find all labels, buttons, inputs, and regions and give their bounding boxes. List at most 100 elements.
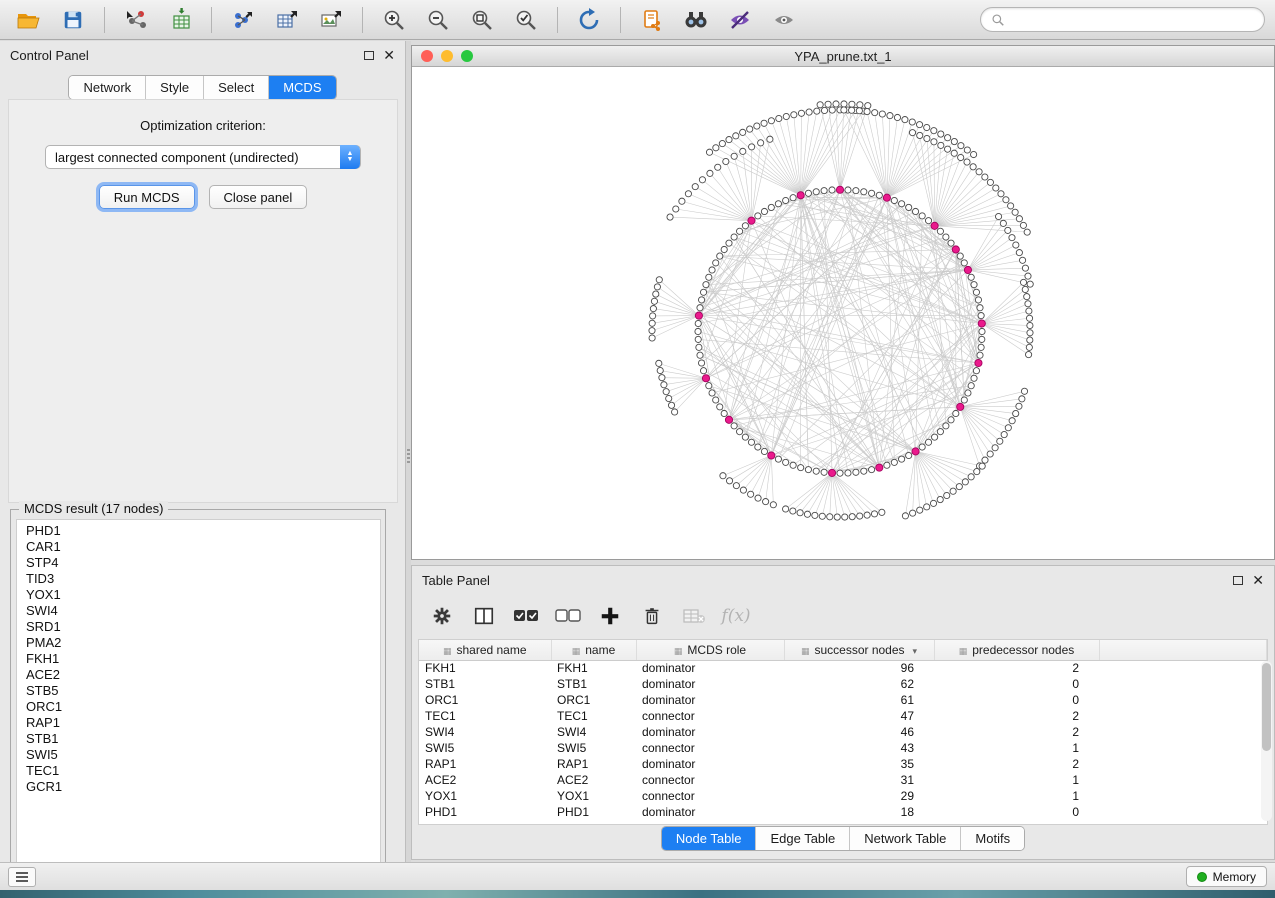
table-cell: 61: [784, 692, 934, 708]
column-layout-button[interactable]: [468, 601, 500, 631]
table-row[interactable]: RAP1RAP1dominator352: [419, 756, 1267, 772]
table-cell: PHD1: [419, 804, 551, 820]
export-table-button[interactable]: [268, 4, 306, 36]
table-row[interactable]: TEC1TEC1connector472: [419, 708, 1267, 724]
add-row-button[interactable]: [594, 601, 626, 631]
mcds-result-item[interactable]: GCR1: [17, 779, 380, 795]
show-all-button[interactable]: [765, 4, 803, 36]
table-row[interactable]: SWI4SWI4dominator462: [419, 724, 1267, 740]
refresh-layout-button[interactable]: [570, 4, 608, 36]
table-cell: dominator: [636, 724, 784, 740]
column-header[interactable]: ▦predecessor nodes: [934, 640, 1099, 660]
status-menu-button[interactable]: [8, 867, 36, 887]
table-scrollbar[interactable]: [1261, 661, 1272, 821]
zoom-out-button[interactable]: [419, 4, 457, 36]
memory-button[interactable]: Memory: [1186, 866, 1267, 887]
mcds-result-item[interactable]: SWI5: [17, 747, 380, 763]
scrollbar-thumb[interactable]: [1262, 663, 1271, 751]
export-image-button[interactable]: [312, 4, 350, 36]
float-panel-icon[interactable]: [1233, 576, 1243, 585]
mcds-result-item[interactable]: TID3: [17, 571, 380, 587]
mcds-result-list[interactable]: PHD1CAR1STP4TID3YOX1SWI4SRD1PMA2FKH1ACE2…: [16, 519, 381, 874]
save-session-button[interactable]: [54, 4, 92, 36]
tab-motifs[interactable]: Motifs: [961, 827, 1024, 850]
table-cell: connector: [636, 788, 784, 804]
tab-select[interactable]: Select: [204, 76, 269, 99]
close-panel-icon[interactable]: ✕: [383, 48, 395, 62]
mcds-result-item[interactable]: STP4: [17, 555, 380, 571]
status-bar: Memory: [0, 862, 1275, 890]
mcds-result-item[interactable]: TEC1: [17, 763, 380, 779]
mcds-result-item[interactable]: ORC1: [17, 699, 380, 715]
close-panel-icon[interactable]: ✕: [1252, 573, 1264, 587]
first-neighbors-icon: [683, 9, 709, 31]
mcds-result-item[interactable]: YOX1: [17, 587, 380, 603]
table-cell: 47: [784, 708, 934, 724]
close-panel-button[interactable]: Close panel: [209, 185, 308, 209]
network-titlebar[interactable]: YPA_prune.txt_1: [412, 46, 1274, 67]
table-row[interactable]: PHD1PHD1dominator180: [419, 804, 1267, 820]
desktop-wallpaper: [0, 890, 1275, 898]
tab-style[interactable]: Style: [146, 76, 204, 99]
tab-edge-table[interactable]: Edge Table: [756, 827, 850, 850]
table-row[interactable]: SWI5SWI5connector431: [419, 740, 1267, 756]
function-builder-button[interactable]: f(x): [720, 601, 752, 631]
table-cell: 62: [784, 676, 934, 692]
float-panel-icon[interactable]: [364, 51, 374, 60]
search-field[interactable]: [980, 7, 1265, 32]
table-cell: dominator: [636, 692, 784, 708]
mcds-result-item[interactable]: PMA2: [17, 635, 380, 651]
first-neighbors-button[interactable]: [677, 4, 715, 36]
table-row[interactable]: ORC1ORC1dominator610: [419, 692, 1267, 708]
table-cell: STB1: [551, 676, 636, 692]
zoom-in-icon: [382, 8, 406, 32]
hide-selected-button[interactable]: [721, 4, 759, 36]
mcds-result-item[interactable]: RAP1: [17, 715, 380, 731]
table-row[interactable]: ACE2ACE2connector311: [419, 772, 1267, 788]
mcds-result-item[interactable]: CAR1: [17, 539, 380, 555]
table-cell: 0: [934, 692, 1099, 708]
table-cell: dominator: [636, 756, 784, 772]
export-network-button[interactable]: [224, 4, 262, 36]
settings-gear-button[interactable]: [426, 601, 458, 631]
tab-network[interactable]: Network: [69, 76, 146, 99]
open-session-button[interactable]: [10, 4, 48, 36]
table-row[interactable]: YOX1YOX1connector291: [419, 788, 1267, 804]
import-network-button[interactable]: [117, 4, 155, 36]
mcds-result-item[interactable]: STB5: [17, 683, 380, 699]
control-panel-header: Control Panel ✕: [0, 41, 405, 69]
share-document-button[interactable]: [633, 4, 671, 36]
clear-table-button[interactable]: [678, 601, 710, 631]
column-header[interactable]: ▦name: [551, 640, 636, 660]
select-all-button[interactable]: [510, 601, 542, 631]
table-cell: ACE2: [419, 772, 551, 788]
deselect-all-button[interactable]: [552, 601, 584, 631]
table-cell: 2: [934, 660, 1099, 676]
tab-mcds[interactable]: MCDS: [269, 76, 335, 99]
column-header[interactable]: ▦successor nodes▾: [784, 640, 934, 660]
table-toolbar: f(x): [412, 594, 1274, 638]
tab-network-table[interactable]: Network Table: [850, 827, 961, 850]
mcds-result-item[interactable]: ACE2: [17, 667, 380, 683]
delete-row-button[interactable]: [636, 601, 668, 631]
mcds-result-item[interactable]: SWI4: [17, 603, 380, 619]
column-menu-arrow[interactable]: ▾: [913, 646, 918, 656]
search-input[interactable]: [1011, 12, 1254, 27]
zoom-selected-button[interactable]: [507, 4, 545, 36]
mcds-result-item[interactable]: FKH1: [17, 651, 380, 667]
column-header[interactable]: ▦MCDS role: [636, 640, 784, 660]
run-mcds-button[interactable]: Run MCDS: [99, 185, 195, 209]
table-row[interactable]: STB1STB1dominator620: [419, 676, 1267, 692]
save-session-icon: [62, 9, 84, 31]
table-row[interactable]: FKH1FKH1dominator962: [419, 660, 1267, 676]
zoom-fit-button[interactable]: [463, 4, 501, 36]
zoom-in-button[interactable]: [375, 4, 413, 36]
import-table-button[interactable]: [161, 4, 199, 36]
column-header[interactable]: ▦shared name: [419, 640, 551, 660]
optimization-criterion-dropdown[interactable]: largest connected component (undirected)…: [45, 145, 361, 169]
mcds-result-item[interactable]: PHD1: [17, 523, 380, 539]
mcds-result-item[interactable]: STB1: [17, 731, 380, 747]
tab-node-table[interactable]: Node Table: [662, 827, 757, 850]
network-canvas[interactable]: [412, 68, 1274, 559]
mcds-result-item[interactable]: SRD1: [17, 619, 380, 635]
